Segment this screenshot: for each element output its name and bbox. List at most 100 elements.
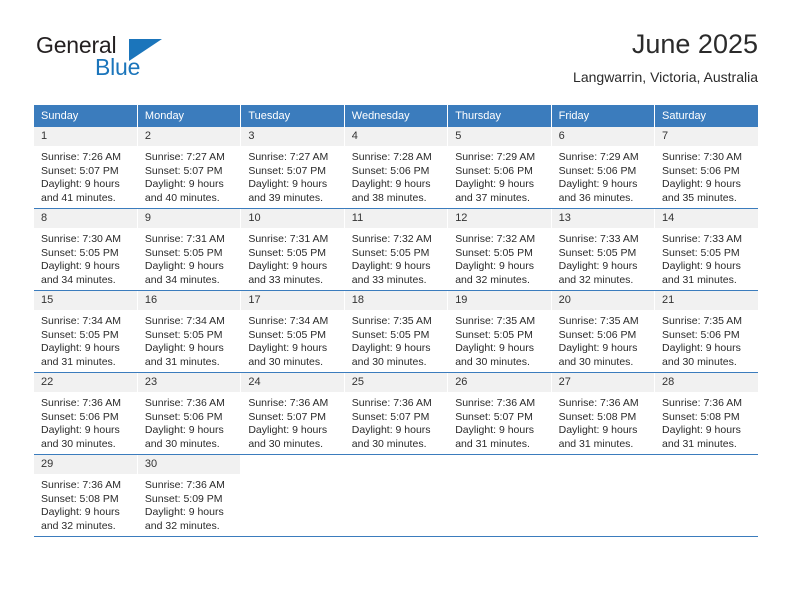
sunrise-text: Sunrise: 7:36 AM (144, 479, 225, 491)
daylight-text-line2: and 32 minutes. (144, 519, 220, 532)
day-number (551, 455, 655, 475)
day-sun-info: Sunrise: 7:36 AM Sunset: 5:08 PM Daylight:… (551, 393, 655, 454)
sunset-text: Sunset: 5:06 PM (558, 328, 637, 341)
daylight-text-line1: Daylight: 9 hours (351, 260, 431, 273)
calendar-day-cell[interactable]: 2 Sunrise: 7:27 AM Sunset: 5:07 PM Daylight… (137, 127, 242, 209)
page-header: General Blue June 2025 Langwarrin, Victo… (34, 28, 758, 100)
day-number: 9 (137, 209, 241, 229)
sunset-text: Sunset: 5:06 PM (662, 164, 740, 177)
calendar-day-cell[interactable]: 27 Sunrise: 7:36 AM Sunset: 5:08 PM Dayligh… (551, 372, 656, 455)
daylight-text-line1: Daylight: 9 hours (41, 424, 120, 437)
calendar-day-cell[interactable]: 11 Sunrise: 7:32 AM Sunset: 5:05 PM Dayligh… (344, 208, 449, 291)
sunset-text: Sunset: 5:05 PM (144, 328, 223, 341)
day-number: 30 (137, 455, 241, 475)
calendar-cell-empty (344, 454, 449, 537)
calendar-day-cell[interactable]: 10 Sunrise: 7:31 AM Sunset: 5:05 PM Dayligh… (240, 208, 345, 291)
calendar-day-cell[interactable]: 8 Sunrise: 7:30 AM Sunset: 5:05 PM Daylight… (34, 208, 138, 291)
sunrise-text: Sunrise: 7:26 AM (41, 151, 121, 163)
day-number: 12 (448, 209, 551, 229)
page-title: June 2025 (631, 29, 758, 59)
daylight-text-line1: Daylight: 9 hours (144, 260, 224, 273)
daylight-text-line2: and 41 minutes. (41, 191, 116, 204)
day-number (655, 455, 758, 475)
sunset-text: Sunset: 5:06 PM (455, 164, 533, 177)
calendar-day-cell[interactable]: 25 Sunrise: 7:36 AM Sunset: 5:07 PM Dayligh… (344, 372, 449, 455)
calendar-day-cell[interactable]: 16 Sunrise: 7:34 AM Sunset: 5:05 PM Dayligh… (137, 290, 242, 373)
title-block: June 2025 Langwarrin, Victoria, Australi… (573, 28, 758, 87)
calendar-day-cell[interactable]: 26 Sunrise: 7:36 AM Sunset: 5:07 PM Dayligh… (447, 372, 552, 455)
day-sun-info (344, 475, 448, 536)
calendar-day-cell[interactable]: 9 Sunrise: 7:31 AM Sunset: 5:05 PM Daylight… (137, 208, 242, 291)
calendar-cell-empty (551, 454, 656, 537)
calendar-day-cell[interactable]: 3 Sunrise: 7:27 AM Sunset: 5:07 PM Daylight… (240, 127, 345, 209)
calendar-day-cell[interactable]: 18 Sunrise: 7:35 AM Sunset: 5:05 PM Dayligh… (344, 290, 449, 373)
daylight-text-line1: Daylight: 9 hours (351, 342, 431, 355)
calendar-day-cell[interactable]: 28 Sunrise: 7:36 AM Sunset: 5:08 PM Dayligh… (654, 372, 758, 455)
calendar-week-row: 22 Sunrise: 7:36 AM Sunset: 5:06 PM Dayligh… (34, 372, 758, 455)
daylight-text-line2: and 36 minutes. (558, 191, 634, 204)
daylight-text-line2: and 32 minutes. (455, 273, 530, 286)
daylight-text-line1: Daylight: 9 hours (144, 178, 224, 191)
daylight-text-line1: Daylight: 9 hours (41, 260, 120, 273)
day-number: 6 (551, 127, 655, 147)
day-sun-info: Sunrise: 7:35 AM Sunset: 5:05 PM Daylight:… (448, 311, 551, 372)
day-sun-info (655, 475, 758, 536)
daylight-text-line1: Daylight: 9 hours (248, 342, 328, 355)
calendar-page: General Blue June 2025 Langwarrin, Victo… (0, 0, 792, 612)
calendar-day-cell[interactable]: 22 Sunrise: 7:36 AM Sunset: 5:06 PM Dayligh… (34, 372, 138, 455)
sunset-text: Sunset: 5:08 PM (41, 492, 119, 505)
generalblue-logo[interactable]: General Blue (34, 32, 234, 88)
day-sun-info: Sunrise: 7:27 AM Sunset: 5:07 PM Daylight:… (241, 147, 344, 208)
sunset-text: Sunset: 5:07 PM (248, 410, 326, 423)
daylight-text-line2: and 33 minutes. (351, 273, 427, 286)
calendar-day-cell[interactable]: 21 Sunrise: 7:35 AM Sunset: 5:06 PM Dayligh… (654, 290, 758, 373)
day-number: 8 (34, 209, 137, 229)
daylight-text-line2: and 31 minutes. (662, 437, 737, 450)
calendar-day-cell[interactable]: 12 Sunrise: 7:32 AM Sunset: 5:05 PM Dayligh… (447, 208, 552, 291)
calendar-day-cell[interactable]: 30 Sunrise: 7:36 AM Sunset: 5:09 PM Dayligh… (137, 454, 242, 537)
calendar-day-cell[interactable]: 20 Sunrise: 7:35 AM Sunset: 5:06 PM Dayligh… (551, 290, 656, 373)
day-sun-info: Sunrise: 7:31 AM Sunset: 5:05 PM Daylight:… (241, 229, 344, 290)
calendar-day-cell[interactable]: 29 Sunrise: 7:36 AM Sunset: 5:08 PM Dayligh… (34, 454, 138, 537)
sunset-text: Sunset: 5:05 PM (351, 246, 430, 259)
calendar-day-cell[interactable]: 13 Sunrise: 7:33 AM Sunset: 5:05 PM Dayligh… (551, 208, 656, 291)
daylight-text-line1: Daylight: 9 hours (41, 342, 120, 355)
day-number: 23 (137, 373, 241, 393)
calendar-day-cell[interactable]: 7 Sunrise: 7:30 AM Sunset: 5:06 PM Daylight… (654, 127, 758, 209)
daylight-text-line1: Daylight: 9 hours (248, 178, 328, 191)
daylight-text-line2: and 37 minutes. (455, 191, 530, 204)
sunrise-text: Sunrise: 7:34 AM (144, 315, 225, 327)
day-number: 28 (655, 373, 758, 393)
daylight-text-line1: Daylight: 9 hours (351, 178, 431, 191)
day-sun-info: Sunrise: 7:33 AM Sunset: 5:05 PM Daylight:… (551, 229, 655, 290)
calendar-day-cell[interactable]: 24 Sunrise: 7:36 AM Sunset: 5:07 PM Dayligh… (240, 372, 345, 455)
logo-text-blue: Blue (95, 54, 141, 80)
sunrise-text: Sunrise: 7:34 AM (41, 315, 121, 327)
weekday-header-wednesday: Wednesday (344, 105, 449, 127)
sunset-text: Sunset: 5:07 PM (248, 164, 326, 177)
sunrise-text: Sunrise: 7:36 AM (351, 397, 432, 409)
sunset-text: Sunset: 5:06 PM (144, 410, 223, 423)
calendar-day-cell[interactable]: 14 Sunrise: 7:33 AM Sunset: 5:05 PM Dayligh… (654, 208, 758, 291)
calendar-day-cell[interactable]: 19 Sunrise: 7:35 AM Sunset: 5:05 PM Dayligh… (447, 290, 552, 373)
day-sun-info: Sunrise: 7:29 AM Sunset: 5:06 PM Daylight:… (551, 147, 655, 208)
daylight-text-line2: and 30 minutes. (248, 437, 324, 450)
day-number: 3 (241, 127, 344, 147)
sunrise-text: Sunrise: 7:27 AM (248, 151, 329, 163)
calendar-day-cell[interactable]: 17 Sunrise: 7:34 AM Sunset: 5:05 PM Dayligh… (240, 290, 345, 373)
sunrise-text: Sunrise: 7:32 AM (351, 233, 432, 245)
calendar-day-cell[interactable]: 6 Sunrise: 7:29 AM Sunset: 5:06 PM Daylight… (551, 127, 656, 209)
calendar-day-cell[interactable]: 23 Sunrise: 7:36 AM Sunset: 5:06 PM Dayligh… (137, 372, 242, 455)
calendar-day-cell[interactable]: 15 Sunrise: 7:34 AM Sunset: 5:05 PM Dayligh… (34, 290, 138, 373)
sunrise-text: Sunrise: 7:29 AM (455, 151, 536, 163)
daylight-text-line2: and 30 minutes. (558, 355, 634, 368)
calendar-day-cell[interactable]: 5 Sunrise: 7:29 AM Sunset: 5:06 PM Daylight… (447, 127, 552, 209)
calendar-day-cell[interactable]: 1 Sunrise: 7:26 AM Sunset: 5:07 PM Daylight… (34, 127, 138, 209)
calendar-body: 1 Sunrise: 7:26 AM Sunset: 5:07 PM Daylight… (34, 127, 758, 537)
sunrise-text: Sunrise: 7:33 AM (558, 233, 639, 245)
weekday-header-sunday: Sunday (34, 105, 138, 127)
day-sun-info: Sunrise: 7:30 AM Sunset: 5:06 PM Daylight:… (655, 147, 758, 208)
calendar-day-cell[interactable]: 4 Sunrise: 7:28 AM Sunset: 5:06 PM Daylight… (344, 127, 449, 209)
daylight-text-line2: and 30 minutes. (351, 355, 427, 368)
daylight-text-line1: Daylight: 9 hours (41, 506, 120, 519)
